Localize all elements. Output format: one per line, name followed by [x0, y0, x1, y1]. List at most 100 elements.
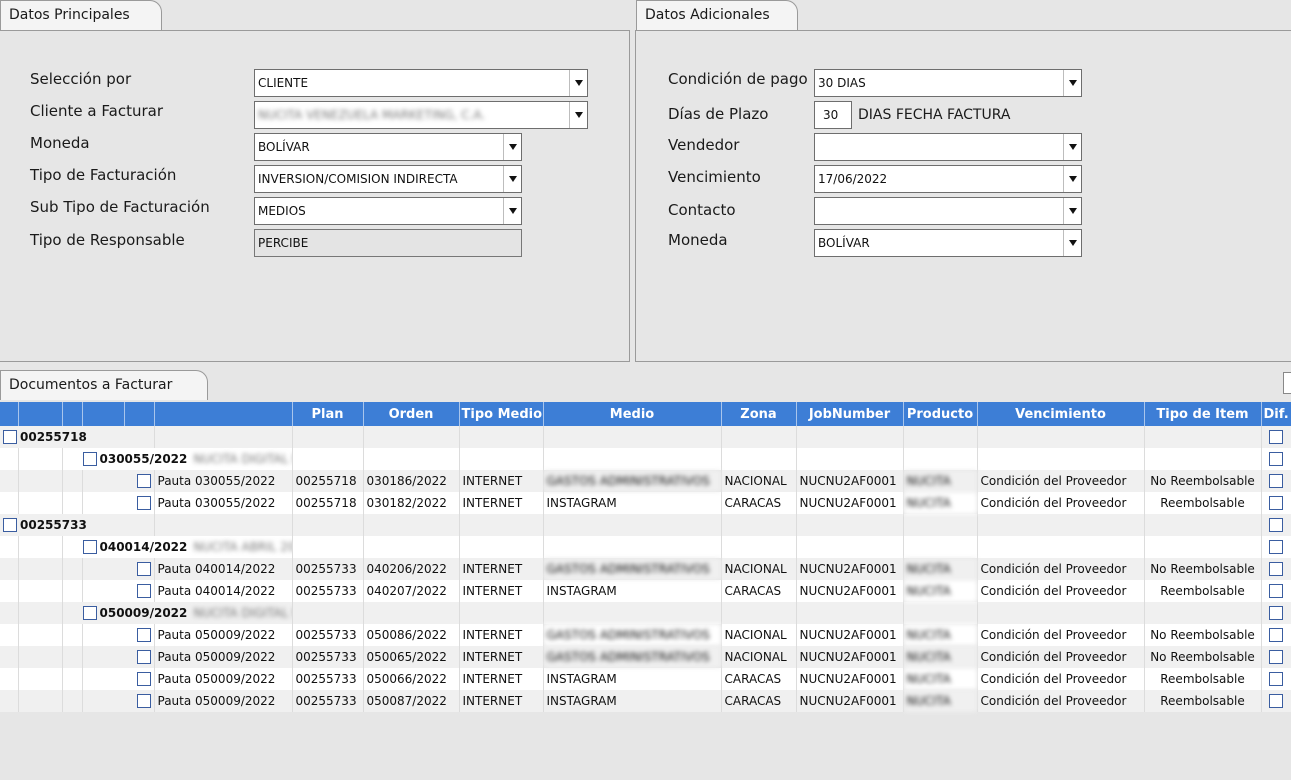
col-producto[interactable]: Producto	[903, 402, 978, 426]
plan-cell: 00255733	[292, 558, 364, 580]
moneda-select[interactable]: BOLÍVAR	[254, 133, 522, 161]
row-checkbox[interactable]	[136, 584, 151, 599]
table-row[interactable]: Pauta 030055/2022 00255718 030186/2022 INTE…	[0, 470, 1291, 492]
row-checkbox[interactable]	[136, 628, 151, 643]
table-row[interactable]: 00255733	[0, 514, 1291, 536]
chevron-down-icon[interactable]	[1063, 134, 1081, 160]
table-row[interactable]: 00255718	[0, 426, 1291, 448]
dif-checkbox[interactable]	[1269, 694, 1283, 709]
tree-indent	[62, 492, 83, 514]
dif-checkbox[interactable]	[1269, 650, 1283, 665]
table-row[interactable]: Pauta 050009/2022 00255733 050066/2022 INTE…	[0, 668, 1291, 690]
chevron-down-icon[interactable]	[1063, 70, 1081, 96]
contacto-select[interactable]	[814, 197, 1082, 225]
empty-cell	[459, 514, 544, 536]
dif-checkbox[interactable]	[1269, 518, 1283, 533]
dif-checkbox[interactable]	[1269, 474, 1283, 489]
table-row[interactable]: 050009/2022 NUCITA DIGITAL MAYO 2022	[0, 602, 1291, 624]
label-moneda-adicional: Moneda	[668, 231, 728, 249]
dif-checkbox[interactable]	[1269, 562, 1283, 577]
col-vencimiento[interactable]: Vencimiento	[977, 402, 1145, 426]
cliente-a-facturar-select[interactable]: NUCITA VENEZUELA MARKETING, C.A.	[254, 101, 588, 129]
order-group-description: NUCITA DIGITAL MARZO 2022	[193, 451, 291, 466]
dif-checkbox[interactable]	[1269, 496, 1283, 511]
chevron-down-icon[interactable]	[503, 134, 521, 160]
tree-indent	[62, 646, 83, 668]
chevron-down-icon[interactable]	[569, 102, 587, 128]
empty-cell	[796, 514, 904, 536]
col-tipo-de-item[interactable]: Tipo de Item	[1144, 402, 1262, 426]
chevron-down-icon[interactable]	[569, 70, 587, 96]
row-checkbox[interactable]	[82, 606, 97, 621]
row-checkbox[interactable]	[136, 474, 151, 489]
tree-indent	[18, 602, 63, 624]
vendedor-select[interactable]	[814, 133, 1082, 161]
scroll-corner-box[interactable]	[1283, 372, 1291, 394]
col-medio[interactable]: Medio	[543, 402, 722, 426]
col-jobnumber[interactable]: JobNumber	[796, 402, 904, 426]
empty-cell	[543, 514, 722, 536]
plan-cell: 00255718	[292, 470, 364, 492]
jobnumber-cell: NUCNU2AF0001	[796, 470, 904, 492]
col-dif[interactable]: Dif.	[1261, 402, 1291, 426]
dif-checkbox[interactable]	[1269, 540, 1283, 555]
vencimiento-cell: Condición del Proveedor	[977, 646, 1145, 668]
tab-datos-principales[interactable]: Datos Principales	[0, 0, 162, 30]
tree-indent	[18, 646, 63, 668]
row-checkbox[interactable]	[82, 452, 97, 467]
moneda-adicional-select[interactable]: BOLÍVAR	[814, 229, 1082, 257]
dif-checkbox[interactable]	[1269, 452, 1283, 467]
medio-cell: INSTAGRAM	[543, 668, 722, 690]
label-vendedor: Vendedor	[668, 136, 740, 154]
table-row[interactable]: Pauta 050009/2022 00255733 050087/2022 INTE…	[0, 690, 1291, 712]
tipo-de-item-cell: No Reembolsable	[1144, 558, 1262, 580]
empty-cell	[292, 426, 364, 448]
dif-checkbox[interactable]	[1269, 672, 1283, 687]
dif-checkbox[interactable]	[1269, 628, 1283, 643]
dif-checkbox[interactable]	[1269, 606, 1283, 621]
tipo-de-facturacion-select[interactable]: INVERSION/COMISION INDIRECTA	[254, 165, 522, 193]
tree-indent	[0, 646, 19, 668]
col-orden[interactable]: Orden	[363, 402, 460, 426]
label-moneda: Moneda	[30, 134, 90, 152]
row-checkbox[interactable]	[136, 650, 151, 665]
tab-documentos-a-facturar[interactable]: Documentos a Facturar	[0, 370, 208, 400]
table-row[interactable]: Pauta 030055/2022 00255718 030182/2022 INTE…	[0, 492, 1291, 514]
tree-indent	[18, 690, 63, 712]
seleccion-por-value: CLIENTE	[258, 76, 309, 90]
vencimiento-select[interactable]: 17/06/2022	[814, 165, 1082, 193]
chevron-down-icon[interactable]	[503, 166, 521, 192]
row-checkbox[interactable]	[136, 496, 151, 511]
row-checkbox[interactable]	[3, 430, 17, 445]
row-checkbox[interactable]	[82, 540, 97, 555]
empty-cell	[292, 536, 364, 558]
condicion-de-pago-select[interactable]: 30 DIAS	[814, 69, 1082, 97]
dif-cell	[1261, 448, 1291, 470]
row-checkbox[interactable]	[136, 562, 151, 577]
chevron-down-icon[interactable]	[1063, 230, 1081, 256]
table-row[interactable]: Pauta 050009/2022 00255733 050065/2022 INTE…	[0, 646, 1291, 668]
row-checkbox[interactable]	[3, 518, 17, 533]
chevron-down-icon[interactable]	[1063, 166, 1081, 192]
table-row[interactable]: 030055/2022 NUCITA DIGITAL MARZO 2022	[0, 448, 1291, 470]
col-zona[interactable]: Zona	[721, 402, 797, 426]
chevron-down-icon[interactable]	[503, 198, 521, 224]
chevron-down-icon[interactable]	[1063, 198, 1081, 224]
zona-cell: CARACAS	[721, 580, 797, 602]
table-row[interactable]: 040014/2022 NUCITA ABRIL 2022	[0, 536, 1291, 558]
row-checkbox[interactable]	[136, 694, 151, 709]
dif-checkbox[interactable]	[1269, 584, 1283, 599]
sub-tipo-de-facturacion-value: MEDIOS	[258, 204, 306, 218]
seleccion-por-select[interactable]: CLIENTE	[254, 69, 588, 97]
table-row[interactable]: Pauta 040014/2022 00255733 040206/2022 INTE…	[0, 558, 1291, 580]
table-row[interactable]: Pauta 050009/2022 00255733 050086/2022 INTE…	[0, 624, 1291, 646]
table-row[interactable]: Pauta 040014/2022 00255733 040207/2022 INTE…	[0, 580, 1291, 602]
dias-de-plazo-input[interactable]: 30	[814, 101, 852, 129]
dif-checkbox[interactable]	[1269, 430, 1283, 445]
col-tipo-medio[interactable]: Tipo Medio	[459, 402, 544, 426]
col-plan[interactable]: Plan	[292, 402, 364, 426]
sub-tipo-de-facturacion-select[interactable]: MEDIOS	[254, 197, 522, 225]
row-checkbox[interactable]	[136, 672, 151, 687]
tab-datos-adicionales[interactable]: Datos Adicionales	[636, 0, 798, 30]
empty-cell	[363, 536, 460, 558]
